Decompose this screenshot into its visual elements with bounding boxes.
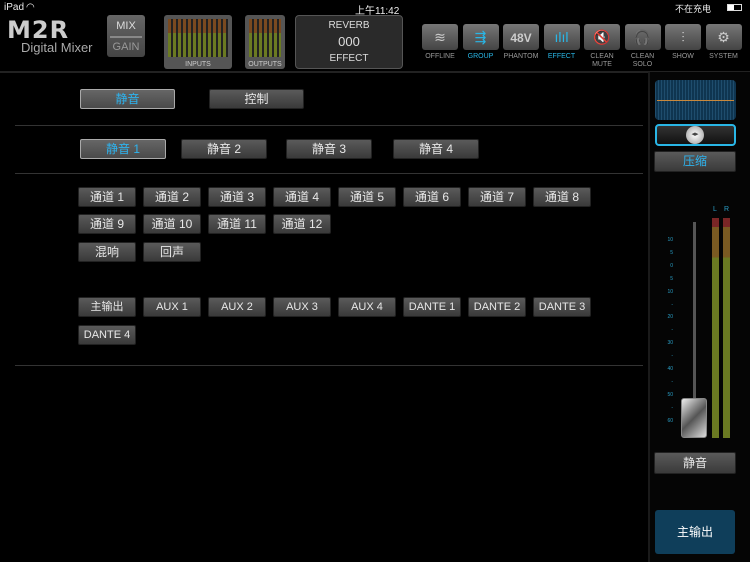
toolbar-label: EFFECT	[547, 53, 576, 60]
fader-scale-tick: 60	[667, 417, 673, 424]
divider	[15, 173, 643, 174]
channel-button[interactable]: 通道 10	[143, 214, 201, 234]
toolbar-label: CLEAN MUTE	[590, 53, 614, 68]
group-tab[interactable]: 静音 3	[286, 139, 372, 159]
output-button[interactable]: DANTE 4	[78, 325, 136, 345]
toolbar-label: SHOW	[672, 53, 694, 60]
channel-button[interactable]: 通道 11	[208, 214, 266, 234]
pan-knob[interactable]: ◂▸	[655, 124, 736, 146]
toolbar-clean-solo-button[interactable]: 🎧	[624, 24, 661, 50]
output-button[interactable]: AUX 4	[338, 297, 396, 317]
toolbar-label: CLEAN SOLO	[630, 53, 655, 68]
fader-scale-tick: 10	[667, 237, 673, 243]
fader-scale-tick: -	[671, 353, 673, 360]
meter-l-label: L	[713, 206, 717, 213]
group-tab[interactable]: 静音 2	[181, 139, 267, 159]
effect-display[interactable]: REVERB 000 EFFECT	[295, 15, 403, 69]
toolbar-show-button[interactable]: ⫶	[665, 24, 701, 50]
channel-button[interactable]: 通道 7	[468, 187, 526, 207]
divider	[15, 365, 643, 366]
toolbar-group-button[interactable]: ⇶	[462, 24, 499, 50]
fader-scale-tick: 0	[670, 262, 673, 269]
fader-scale-tick: 5	[670, 249, 673, 256]
divider	[15, 125, 643, 126]
logo: M2R Digital Mixer	[7, 16, 93, 55]
output-button[interactable]: AUX 1	[143, 297, 201, 317]
group-tab[interactable]: 静音 1	[80, 139, 166, 159]
fader-scale-tick: 10	[667, 288, 673, 295]
output-button[interactable]: 主输出	[78, 297, 136, 317]
effect-bars-icon: ılıl	[554, 29, 569, 45]
fader-handle[interactable]	[681, 398, 707, 438]
toolbar-phantom-button[interactable]: 48V	[503, 24, 539, 50]
device-label: iPad	[4, 2, 25, 13]
output-button[interactable]: DANTE 1	[403, 297, 461, 317]
mode-tab[interactable]: 控制	[209, 89, 304, 109]
mute-speaker-icon: 🔇	[593, 29, 611, 45]
outputs-meter-button[interactable]: OUTPUTS	[245, 15, 285, 69]
toolbar-label: GROUP	[467, 53, 494, 60]
headphones-icon: 🎧	[633, 29, 652, 45]
channel-button[interactable]: 通道 2	[143, 187, 201, 207]
channel-button[interactable]: 通道 5	[338, 187, 396, 207]
mode-tab[interactable]: 静音	[80, 89, 175, 109]
channel-button[interactable]: 通道 12	[273, 214, 331, 234]
channel-button[interactable]: 通道 6	[403, 187, 461, 207]
level-meter-left	[712, 218, 719, 438]
wifi-icon: ≋	[434, 29, 446, 45]
output-button[interactable]: DANTE 2	[468, 297, 526, 317]
level-meter-right	[723, 218, 730, 438]
faders-icon: ⫶	[681, 29, 685, 45]
fader-scale-tick: -	[671, 404, 673, 411]
inputs-meter-button[interactable]: INPUTS	[164, 15, 232, 69]
main-output-button[interactable]: 主输出	[655, 510, 735, 554]
output-button[interactable]: AUX 3	[273, 297, 331, 317]
battery-icon	[727, 4, 742, 11]
fx-return-button[interactable]: 混响	[78, 242, 136, 262]
battery-status: 不在充电	[675, 4, 712, 14]
fader-scale-tick: 30	[667, 340, 673, 347]
channel-button[interactable]: 通道 8	[533, 187, 591, 207]
48v-icon: 48V	[510, 31, 532, 45]
group-tab[interactable]: 静音 4	[393, 139, 479, 159]
fader-scale-tick: 20	[667, 314, 673, 321]
group-arrows-icon: ⇶	[474, 29, 487, 45]
channel-button[interactable]: 通道 1	[78, 187, 136, 207]
eq-preview[interactable]	[655, 80, 736, 120]
channel-button[interactable]: 通道 3	[208, 187, 266, 207]
toolbar-effect-button[interactable]: ılıl	[543, 24, 580, 50]
toolbar-label: PHANTOM	[503, 53, 539, 60]
fader-scale-tick: -	[671, 378, 673, 385]
output-button[interactable]: DANTE 3	[533, 297, 591, 317]
fader-scale-tick: -	[671, 301, 673, 308]
channel-button[interactable]: 通道 9	[78, 214, 136, 234]
channel-mute-button[interactable]: 静音	[654, 452, 736, 474]
fader-scale-tick: 50	[667, 391, 673, 398]
toolbar-system-button[interactable]: ⚙	[705, 24, 742, 50]
mix-gain-toggle[interactable]: MIX GAIN	[107, 15, 145, 57]
fx-return-button[interactable]: 回声	[143, 242, 201, 262]
gear-icon: ⚙	[717, 29, 730, 45]
compress-button[interactable]: 压缩	[654, 151, 736, 172]
fader-scale-tick: -	[671, 327, 673, 334]
toolbar-label: OFFLINE	[425, 53, 455, 60]
toolbar-offline-button[interactable]: ≋	[422, 24, 458, 50]
fader-scale-tick: 5	[670, 275, 673, 282]
meter-r-label: R	[724, 206, 730, 213]
output-button[interactable]: AUX 2	[208, 297, 266, 317]
fader-scale-tick: 40	[667, 366, 673, 372]
toolbar-clean-mute-button[interactable]: 🔇	[584, 24, 620, 50]
fader-track[interactable]	[693, 222, 696, 402]
channel-button[interactable]: 通道 4	[273, 187, 331, 207]
toolbar-label: SYSTEM	[709, 53, 738, 60]
wifi-status-icon: ◠	[26, 2, 35, 13]
pan-knob-icon: ◂▸	[686, 126, 704, 144]
